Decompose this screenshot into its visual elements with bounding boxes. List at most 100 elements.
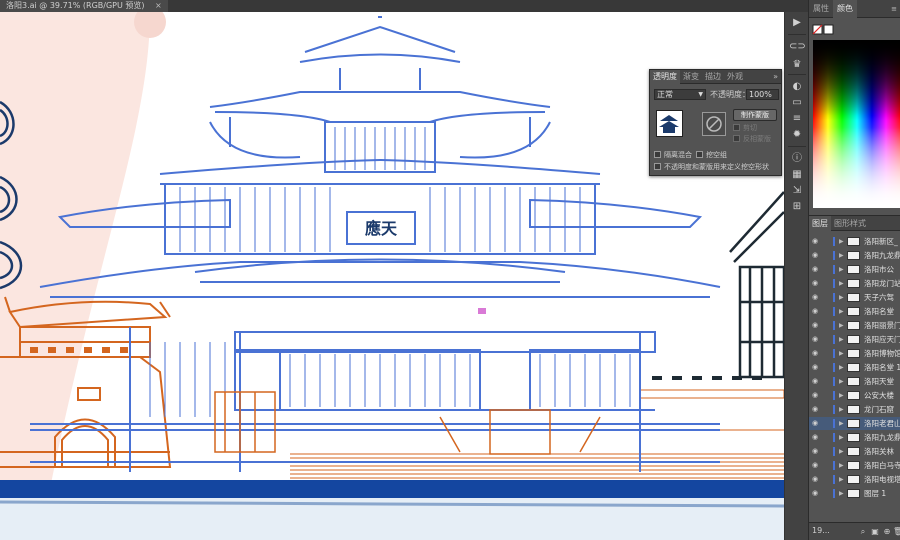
artwork-thumbnail[interactable] [656,110,683,137]
eye-icon[interactable]: ◉ [812,263,821,276]
export-icon[interactable]: ⇲ [789,184,805,198]
chevron-right-icon[interactable]: ▶ [839,347,844,360]
layer-row[interactable]: ◉ ▶ 龙门石窟 [809,403,900,416]
layer-row[interactable]: ◉ ▶ 洛阳博物馆 [809,347,900,360]
info-icon[interactable]: ⓘ [789,152,805,166]
layer-row[interactable]: ◉ ▶ 洛阳应天门 [809,333,900,346]
layer-row[interactable]: ◉ ▶ 洛阳九龙鼎 [809,431,900,444]
play-icon[interactable]: ▶ [789,16,805,30]
layer-row[interactable]: ◉ ▶ 洛阳天堂 [809,375,900,388]
tab-transparency[interactable]: 透明度 [650,69,680,84]
clip-option[interactable]: 剪切 [733,124,757,133]
eye-icon[interactable]: ◉ [812,445,821,458]
sun-icon[interactable]: ✹ [789,128,805,142]
opacity-mask-knockout-option[interactable]: 不透明度和蒙版用来定义挖空形状 [654,163,769,172]
layer-row[interactable]: ◉ ▶ 天子六驾 [809,291,900,304]
tab-appearance[interactable]: 外观 [724,70,746,84]
isolate-blending-checkbox[interactable] [654,151,661,158]
chevron-right-icon[interactable]: ▶ [839,459,844,472]
chevron-right-icon[interactable]: ▶ [839,375,844,388]
opacity-mask-knockout-checkbox[interactable] [654,163,661,170]
layer-row[interactable]: ◉ ▶ 洛阳电视塔 [809,473,900,486]
layer-row[interactable]: ◉ ▶ 洛阳名堂 1 [809,361,900,374]
eye-icon[interactable]: ◉ [812,347,821,360]
chevron-right-icon[interactable]: ▶ [839,445,844,458]
stroke-icon[interactable]: ≡ [789,112,805,126]
layer-row[interactable]: ◉ ▶ 洛阳市公 [809,263,900,276]
trash-icon[interactable]: 🗑 [893,527,900,536]
layer-row[interactable]: ◉ ▶ 洛阳九龙鼎 [809,249,900,262]
chevron-right-icon[interactable]: ▶ [839,403,844,416]
layer-row[interactable]: ◉ ▶ 洛阳关林 [809,445,900,458]
eye-icon[interactable]: ◉ [812,277,821,290]
tab-gradient[interactable]: 渐变 [680,70,702,84]
eye-icon[interactable]: ◉ [812,487,821,500]
tab-layers[interactable]: 图层 [809,215,831,231]
appearance-icon[interactable]: ◐ [789,80,805,94]
chevron-right-icon[interactable]: ▶ [839,333,844,346]
blend-mode-select[interactable]: 正常 ▼ [654,89,706,100]
chevron-right-icon[interactable]: ▶ [839,361,844,374]
eye-icon[interactable]: ◉ [812,473,821,486]
panel-menu-icon[interactable]: » [773,72,781,81]
chevron-right-icon[interactable]: ▶ [839,305,844,318]
search-icon[interactable]: ⌕ [859,527,867,536]
clip-checkbox[interactable] [733,124,740,131]
isolate-blending-option[interactable]: 隔离混合 [654,151,692,160]
layer-row[interactable]: ◉ ▶ 洛阳老君山 [809,417,900,430]
make-mask-button[interactable]: 制作蒙版 [733,109,777,121]
crown-icon[interactable]: ♛ [789,58,805,72]
eye-icon[interactable]: ◉ [812,389,821,402]
eye-icon[interactable]: ◉ [812,319,821,332]
eye-icon[interactable]: ◉ [812,249,821,262]
layer-row[interactable]: ◉ ▶ 图层 1 [809,487,900,500]
eye-icon[interactable]: ◉ [812,403,821,416]
mask-thumbnail[interactable] [702,112,726,136]
tab-stroke[interactable]: 描边 [702,70,724,84]
eye-icon[interactable]: ◉ [812,361,821,374]
tab-color[interactable]: 颜色 [833,0,857,18]
eye-icon[interactable]: ◉ [812,333,821,346]
fill-stroke-swatches[interactable] [812,22,834,36]
invert-mask-option[interactable]: 反相蒙版 [733,135,771,144]
eye-icon[interactable]: ◉ [812,459,821,472]
swatches-icon[interactable]: ▦ [789,168,805,182]
link-icon[interactable]: ⊂⊃ [789,40,806,54]
layer-row[interactable]: ◉ ▶ 洛阳丽景门 [809,319,900,332]
chevron-right-icon[interactable]: ▶ [839,291,844,304]
chevron-right-icon[interactable]: ▶ [839,417,844,430]
chevron-right-icon[interactable]: ▶ [839,235,844,248]
opacity-input[interactable]: 100% [746,89,779,100]
document-tab[interactable]: 洛阳3.ai @ 39.71% (RGB/GPU 预览) × [0,0,168,12]
layer-row[interactable]: ◉ ▶ 洛阳新区_ [809,235,900,248]
chevron-right-icon[interactable]: ▶ [839,319,844,332]
chevron-right-icon[interactable]: ▶ [839,277,844,290]
layer-row[interactable]: ◉ ▶ 洛阳名堂 [809,305,900,318]
chevron-right-icon[interactable]: ▶ [839,473,844,486]
chevron-right-icon[interactable]: ▶ [839,389,844,402]
eye-icon[interactable]: ◉ [812,305,821,318]
new-layer-icon[interactable]: ▣ [871,527,879,536]
eye-icon[interactable]: ◉ [812,431,821,444]
knockout-group-option[interactable]: 挖空组 [696,151,727,160]
layer-row[interactable]: ◉ ▶ 公安大楼 [809,389,900,402]
eye-icon[interactable]: ◉ [812,375,821,388]
invert-mask-checkbox[interactable] [733,135,740,142]
knockout-group-checkbox[interactable] [696,151,703,158]
new-sublayer-icon[interactable]: ⊕ [883,527,891,536]
chevron-right-icon[interactable]: ▶ [839,263,844,276]
chevron-right-icon[interactable]: ▶ [839,487,844,500]
align-icon[interactable]: ⊞ [789,200,805,214]
panel-menu-icon[interactable]: ≡ [891,5,900,13]
layers-icon[interactable]: ▭ [789,96,805,110]
chevron-right-icon[interactable]: ▶ [839,249,844,262]
tab-properties[interactable]: 属性 [809,0,833,18]
layer-row[interactable]: ◉ ▶ 洛阳龙门站 [809,277,900,290]
tab-graphic-styles[interactable]: 图形样式 [831,216,869,231]
layer-row[interactable]: ◉ ▶ 洛阳白马寺 [809,459,900,472]
close-icon[interactable]: × [155,1,162,10]
eye-icon[interactable]: ◉ [812,235,821,248]
eye-icon[interactable]: ◉ [812,291,821,304]
chevron-right-icon[interactable]: ▶ [839,431,844,444]
eye-icon[interactable]: ◉ [812,417,821,430]
